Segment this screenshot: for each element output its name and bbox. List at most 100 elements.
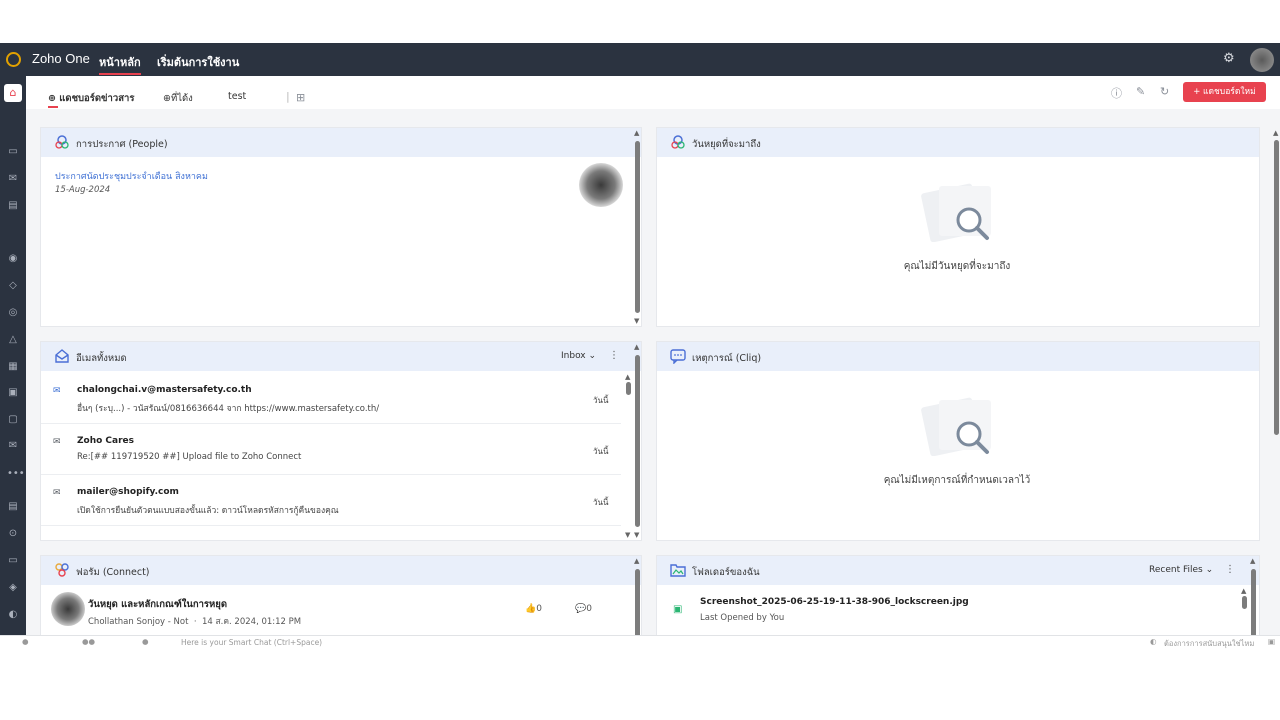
clipboard-icon[interactable]: ▤ [7, 501, 19, 513]
mail-sender: Zoho Cares [77, 436, 135, 446]
folder-icon [670, 564, 686, 577]
more-options-icon[interactable]: ⋮ [1225, 564, 1235, 575]
files-filter-dropdown[interactable]: Recent Files ⌄ [1149, 565, 1213, 575]
file-name[interactable]: Screenshot_2025-06-25-19-11-38-906_locks… [700, 597, 969, 607]
mail-subject: Re:[## 119719520 ##] Upload file to Zoho… [77, 452, 302, 462]
comment-count: 0 [586, 604, 592, 614]
inner-scrollbar[interactable] [1242, 596, 1247, 609]
card-title: วันหยุดที่จะมาถึง [692, 139, 761, 150]
mail-date: วันนี้ [593, 396, 609, 405]
refresh-icon[interactable]: ↻ [1160, 85, 1169, 98]
mail-folder-dropdown[interactable]: Inbox ⌄ [561, 351, 596, 361]
edit-pencil-icon[interactable]: ✎ [1136, 85, 1145, 98]
nav-home[interactable]: หน้าหลัก [99, 53, 141, 75]
wallet-icon[interactable]: ▭ [7, 555, 19, 567]
files-filter-label: Recent Files [1149, 565, 1203, 575]
support-icon[interactable]: ◐ [7, 609, 19, 621]
calendar-icon[interactable]: ▣ [7, 387, 19, 399]
like-button[interactable]: 👍0 [525, 604, 542, 614]
announcement-link[interactable]: ประกาศนัดประชุมประจำเดือน สิงหาคม [55, 169, 208, 183]
empty-search-illustration-icon [921, 397, 991, 456]
inner-scrollbar[interactable] [626, 382, 631, 395]
empty-search-illustration-icon [921, 183, 991, 242]
chat-bubble-icon [670, 349, 686, 364]
settings-gear-icon[interactable]: ⚙ [1223, 51, 1235, 66]
table-icon[interactable]: ▦ [7, 361, 19, 373]
tab-news-dashboard[interactable]: ⊕ แดชบอร์ดข่าวสาร [48, 91, 134, 108]
events-card: เหตุการณ์ (Cliq) คุณไม่มีเหตุการณ์ที่กำห… [656, 341, 1260, 541]
envelope-icon[interactable]: ✉ [7, 440, 19, 452]
chevron-down-icon: ⌄ [1205, 565, 1214, 575]
mail-list-item[interactable]: ✉ Zoho Cares Re:[## 119719520 ##] Upload… [41, 423, 621, 475]
search-doc-icon[interactable]: ⊙ [7, 528, 19, 540]
tab-test[interactable]: test [228, 91, 246, 102]
support-link[interactable]: ต้องการการสนับสนุนใช่ไหม [1164, 638, 1254, 649]
scroll-down-arrow-icon[interactable]: ▼ [634, 317, 639, 325]
empty-state-text: คุณไม่มีวันหยุดที่จะมาถึง [903, 261, 1011, 272]
scroll-down-arrow-icon[interactable]: ▼ [625, 531, 630, 539]
new-dashboard-button[interactable]: + แดชบอร์ดใหม่ [1183, 82, 1266, 102]
scroll-up-arrow-icon[interactable]: ▲ [625, 373, 630, 381]
eye-icon[interactable]: ◎ [7, 307, 19, 319]
comment-button[interactable]: 💬0 [575, 604, 592, 614]
scroll-up-arrow-icon[interactable]: ▲ [634, 129, 639, 137]
tab-dashboard-2[interactable]: ⊕ที่ได้ง [163, 91, 193, 106]
mail-sender: chalongchai.v@mastersafety.co.th [77, 385, 252, 395]
forum-date: 14 ส.ค. 2024, 01:12 PM [201, 617, 302, 627]
app-window: Zoho One หน้าหลัก เริ่มต้นการใช้งาน ⚙ ⌂ … [0, 43, 1280, 649]
smart-chat-hint[interactable]: Here is your Smart Chat (Ctrl+Space) [181, 638, 322, 647]
mail-card: อีเมลทั้งหมด Inbox ⌄ ⋮ ✉ chalongchai.v@m… [40, 341, 642, 541]
scroll-up-arrow-icon[interactable]: ▲ [634, 343, 639, 351]
tag-icon[interactable]: ◇ [7, 280, 19, 292]
forum-post-meta: Chollathan Sonjoy - Not · 14 ส.ค. 2024, … [88, 617, 302, 627]
info-icon[interactable]: ⓘ [1111, 85, 1122, 101]
people-icon [55, 135, 69, 149]
user-avatar[interactable] [1250, 48, 1274, 72]
forum-post-title[interactable]: วันหยุด และหลักเกณฑ์ในการหยุด [88, 597, 227, 612]
scrollbar[interactable] [635, 141, 640, 313]
mail-icon[interactable]: ✉ [7, 173, 19, 185]
document-icon[interactable]: ▢ [7, 414, 19, 426]
expand-icon[interactable]: ▣ [1268, 637, 1275, 646]
forum-icon [55, 563, 69, 577]
home-icon[interactable]: ⌂ [4, 84, 22, 102]
scroll-up-arrow-icon[interactable]: ▲ [634, 557, 639, 565]
page-scroll-up-arrow-icon[interactable]: ▲ [1273, 129, 1278, 137]
mail-list-item[interactable]: ✉ mailer@shopify.com เปิดใช้การยืนยันตัว… [41, 474, 621, 526]
contacts-icon[interactable]: ● [142, 637, 149, 646]
holidays-card: วันหยุดที่จะมาถึง คุณไม่มีวันหยุดที่จะมา… [656, 127, 1260, 327]
chat-icon[interactable]: ▭ [7, 146, 19, 158]
ticket-icon[interactable]: ◈ [7, 582, 19, 594]
chevron-down-icon: ⌄ [588, 351, 597, 361]
inbox-icon[interactable]: ▤ [7, 200, 19, 212]
zoho-logo-icon[interactable] [6, 52, 21, 67]
chat-icon[interactable]: ● [22, 637, 29, 646]
card-title: การประกาศ (People) [76, 139, 168, 150]
scroll-down-arrow-icon[interactable]: ▼ [634, 531, 639, 539]
card-title: โฟลเดอร์ของฉัน [692, 567, 760, 578]
scroll-up-arrow-icon[interactable]: ▲ [1241, 587, 1246, 595]
more-options-icon[interactable]: ⋮ [609, 350, 619, 361]
mail-date: วันนี้ [593, 498, 609, 507]
image-file-icon: ▣ [673, 604, 683, 615]
left-sidebar: ⌂ ▭ ✉ ▤ ◉ ◇ ◎ △ ▦ ▣ ▢ ✉ ••• ▤ ⊙ ▭ ◈ ◐ [0, 76, 26, 649]
nav-getting-started[interactable]: เริ่มต้นการใช้งาน [157, 53, 239, 71]
support-icon[interactable]: ◐ [1150, 637, 1157, 646]
chart-icon[interactable]: △ [7, 334, 19, 346]
author-avatar [579, 163, 623, 207]
bottom-bar: ● ●● ● Here is your Smart Chat (Ctrl+Spa… [0, 635, 1280, 649]
envelope-open-icon [55, 349, 69, 363]
mail-subject: เปิดใช้การยืนยันตัวตนแบบสองขั้นแล้ว: ดาว… [77, 506, 339, 516]
location-icon[interactable]: ◉ [7, 253, 19, 265]
scroll-up-arrow-icon[interactable]: ▲ [1250, 557, 1255, 565]
mail-read-icon: ✉ [53, 437, 61, 447]
mail-sender: mailer@shopify.com [77, 487, 179, 497]
scrollbar[interactable] [635, 355, 640, 527]
mail-list-item[interactable]: ✉ chalongchai.v@mastersafety.co.th อื่นๆ… [41, 372, 621, 424]
card-header [41, 342, 641, 371]
page-scrollbar[interactable] [1274, 140, 1279, 435]
manage-tabs-icon[interactable]: ⊞ [296, 91, 305, 104]
author-avatar [51, 592, 85, 626]
more-apps-icon[interactable]: ••• [7, 468, 25, 480]
group-icon[interactable]: ●● [82, 637, 95, 646]
